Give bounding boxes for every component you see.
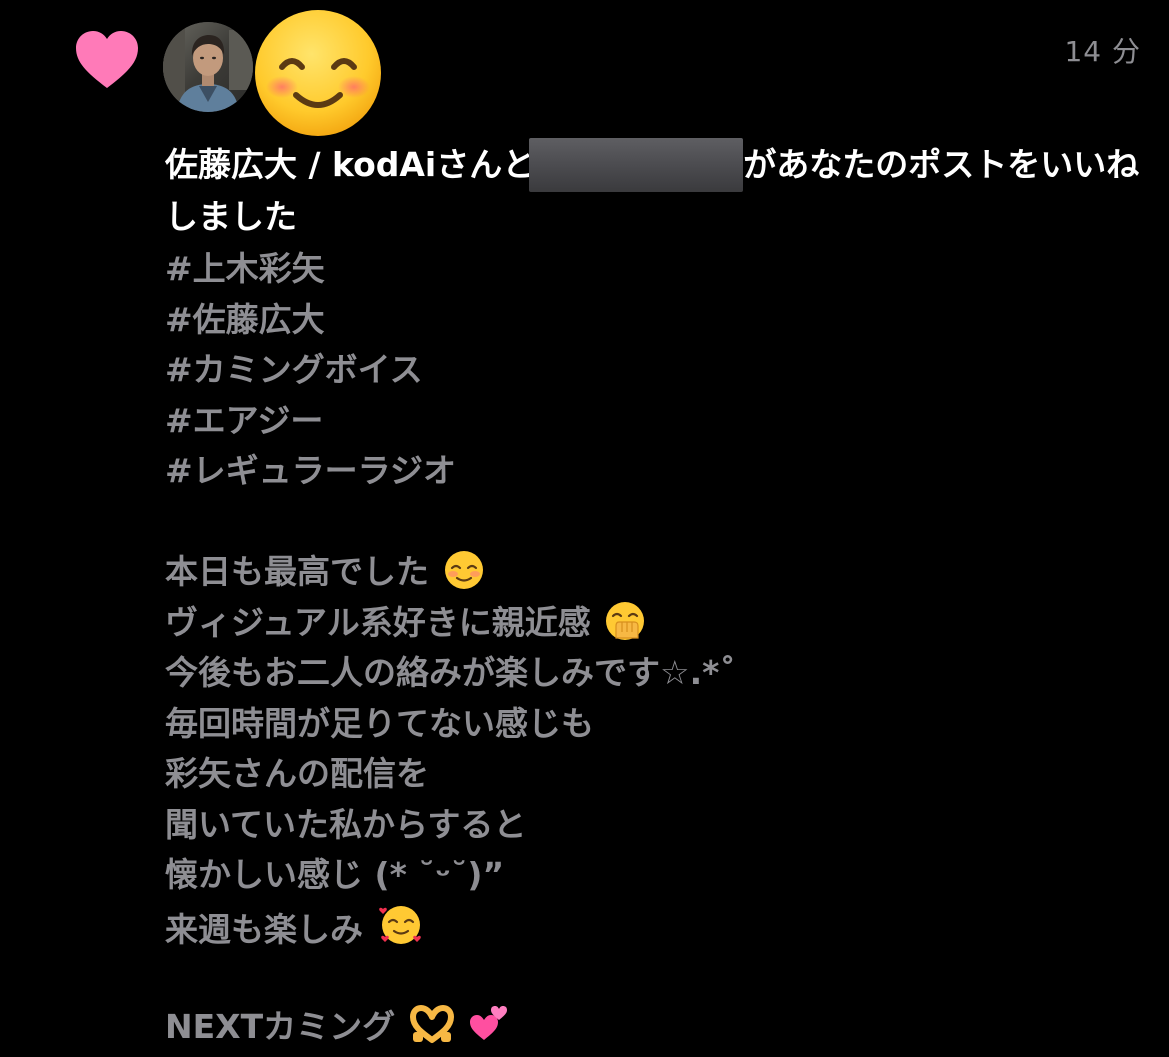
- post-line-text: 来週も楽しみ: [165, 909, 363, 949]
- post-line: 来週も楽しみ: [165, 901, 1125, 952]
- post-line-text: 本日も最高でした: [165, 552, 429, 591]
- redacted-username: [529, 138, 744, 192]
- post-content[interactable]: #上木彩矢 #佐藤広大 #カミングボイス #エアジー #レギュラーラジオ 本日も…: [165, 244, 1125, 1052]
- post-line: 懐かしい感じ (* ˘ᵕ˘)”: [165, 855, 505, 894]
- heart-hands-icon: [409, 1004, 454, 1043]
- post-line: 彩矢さんの配信を: [165, 754, 429, 793]
- liker-name[interactable]: 佐藤広大 / kodAi: [165, 145, 436, 184]
- relieved-face-icon: [444, 551, 483, 589]
- hashtag[interactable]: #エアジー: [165, 396, 1125, 447]
- avatar[interactable]: [163, 22, 253, 112]
- post-line: NEXTカミング: [165, 1002, 1125, 1053]
- timestamp: 14 分: [1064, 35, 1141, 68]
- hashtag[interactable]: #佐藤広大: [165, 295, 1125, 346]
- post-line: 今後もお二人の絡みが楽しみです☆.*˚: [165, 653, 736, 692]
- post-closing-text: NEXTカミング: [165, 1006, 396, 1046]
- two-hearts-icon: [470, 1005, 508, 1040]
- post-line: 本日も最高でした: [165, 547, 1125, 598]
- like-notification-text[interactable]: 佐藤広大 / kodAiさんと があなたのポストをいいねしました: [165, 138, 1140, 242]
- post-line: 毎回時間が足りてない感じも: [165, 703, 594, 743]
- hashtag[interactable]: #カミングボイス: [165, 345, 1125, 396]
- smiling-face-with-hearts-icon: [378, 905, 421, 944]
- smiling-face-icon: [255, 10, 381, 136]
- notification-connector: さんと: [436, 145, 536, 184]
- avatar-photo: [163, 22, 253, 112]
- hand-over-mouth-icon: [606, 601, 645, 640]
- hashtag[interactable]: #レギュラーラジオ: [165, 446, 1125, 497]
- heart-icon: [76, 31, 138, 88]
- hashtag[interactable]: #上木彩矢: [165, 244, 1125, 295]
- post-line: 聞いていた私からすると: [165, 804, 527, 844]
- post-line: ヴィジュアル系好きに親近感: [165, 598, 1125, 649]
- post-line-text: ヴィジュアル系好きに親近感: [165, 602, 591, 642]
